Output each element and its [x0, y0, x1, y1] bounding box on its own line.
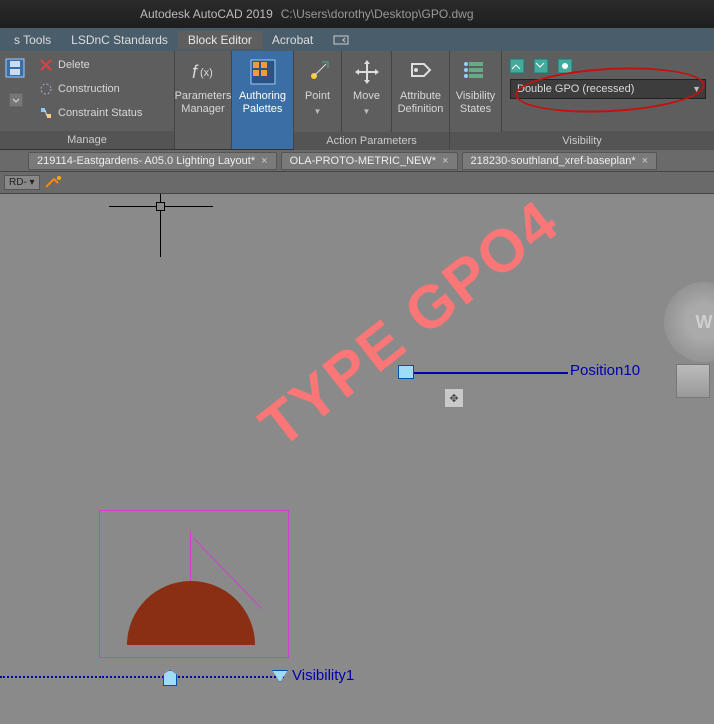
visstates-label-1: Visibility [456, 90, 496, 103]
layer-selector-value: RD- [9, 177, 27, 188]
close-icon[interactable]: × [442, 155, 448, 167]
params-label-1: Parameters [175, 90, 232, 103]
geometry-line[interactable] [190, 531, 191, 583]
tab-label: 218230-southland_xref-baseplan* [471, 155, 636, 167]
ribbon-overflow-icon[interactable] [331, 32, 351, 48]
constraint-status-button[interactable]: Constraint Status [32, 101, 174, 125]
move-gizmo-icon[interactable]: ✥ [444, 388, 464, 408]
ribbon-tab-tools[interactable]: s Tools [4, 31, 61, 49]
visibility-state-dropdown[interactable]: Double GPO (recessed) ▼ [510, 79, 706, 99]
position-parameter-label[interactable]: Position10 [568, 362, 642, 379]
quick-tool-row: RD- ▾ [0, 172, 714, 194]
move-chevron-icon: ▼ [363, 105, 371, 118]
auth-label-2: Palettes [243, 103, 283, 116]
point-chevron-icon: ▼ [314, 105, 322, 118]
view-cube[interactable] [676, 364, 710, 398]
compass-w-label: W [696, 312, 713, 333]
document-tab[interactable]: 218230-southland_xref-baseplan* × [462, 152, 658, 170]
dropdown-icon[interactable] [9, 93, 23, 107]
move-icon [351, 57, 383, 87]
tool-icon[interactable] [44, 175, 64, 191]
position-grip[interactable] [398, 365, 414, 379]
tab-label: OLA-PROTO-METRIC_NEW* [290, 155, 436, 167]
document-tab-strip: 219114-Eastgardens- A05.0 Lighting Layou… [0, 150, 714, 172]
ribbon-tab-acrobat[interactable]: Acrobat [262, 31, 323, 49]
visibility-parameter-label[interactable]: Visibility1 [264, 667, 354, 684]
fx-icon: f(x) [187, 57, 219, 87]
constraint-label: Constraint Status [58, 107, 142, 119]
attr-label-1: Attribute [400, 90, 441, 103]
visibility-toggle-on-icon[interactable] [508, 57, 526, 75]
visstates-label-2: States [460, 103, 491, 116]
move-label: Move [353, 90, 380, 103]
visibility-states-icon [460, 57, 492, 87]
ribbon-tab-lsdnc[interactable]: LSDnC Standards [61, 31, 178, 49]
document-tab[interactable]: OLA-PROTO-METRIC_NEW* × [281, 152, 458, 170]
chevron-down-icon: ▼ [692, 84, 701, 94]
point-icon [302, 57, 334, 87]
constraint-icon [38, 105, 54, 121]
tag-icon [405, 57, 437, 87]
title-bar: Autodesk AutoCAD 2019 C:\Users\dorothy\D… [0, 0, 714, 28]
app-name: Autodesk AutoCAD 2019 [140, 7, 273, 21]
palettes-icon [247, 57, 279, 87]
construction-icon [38, 81, 54, 97]
drawing-canvas[interactable]: TYPE GPO4 Position10 ✥ Visibility1 W [0, 194, 714, 724]
svg-text:f: f [192, 62, 199, 82]
params-label-2: Manager [181, 103, 224, 116]
tab-label: 219114-Eastgardens- A05.0 Lighting Layou… [37, 155, 255, 167]
attr-label-2: Definition [398, 103, 444, 116]
point-label: Point [305, 90, 330, 103]
visibility-grip[interactable] [163, 670, 177, 686]
visibility-toggle-off-icon[interactable] [532, 57, 550, 75]
svg-text:(x): (x) [200, 67, 213, 79]
delete-button[interactable]: Delete [32, 53, 174, 77]
view-compass[interactable]: W [664, 282, 714, 362]
close-icon[interactable]: × [642, 155, 648, 167]
visibility-state-value: Double GPO (recessed) [517, 83, 634, 95]
delete-label: Delete [58, 59, 90, 71]
visibility-parameter-line[interactable] [99, 676, 284, 678]
construction-label: Construction [58, 83, 120, 95]
visibility-mode-icon[interactable] [556, 57, 574, 75]
auth-label-1: Authoring [239, 90, 286, 103]
crosshair-pickbox [156, 202, 165, 211]
canvas-watermark: TYPE GPO4 [247, 186, 572, 461]
layer-selector[interactable]: RD- ▾ [4, 175, 40, 190]
construction-button[interactable]: Construction [32, 77, 174, 101]
panel-title-visibility: Visibility [450, 132, 714, 150]
panel-title-manage: Manage [0, 131, 174, 149]
close-icon[interactable]: × [261, 155, 267, 167]
file-path: C:\Users\dorothy\Desktop\GPO.dwg [281, 7, 474, 21]
ribbon-tab-bar: s Tools LSDnC Standards Block Editor Acr… [0, 28, 714, 51]
panel-title-action-parameters: Action Parameters [294, 132, 450, 150]
save-block-icon[interactable] [2, 55, 30, 87]
panel-manage: Delete Construction Constraint Status Ma… [0, 51, 175, 149]
document-tab[interactable]: 219114-Eastgardens- A05.0 Lighting Layou… [28, 152, 277, 170]
ribbon-tab-block-editor[interactable]: Block Editor [178, 31, 262, 49]
visibility-parameter-line[interactable] [0, 676, 97, 678]
delete-icon [38, 57, 54, 73]
